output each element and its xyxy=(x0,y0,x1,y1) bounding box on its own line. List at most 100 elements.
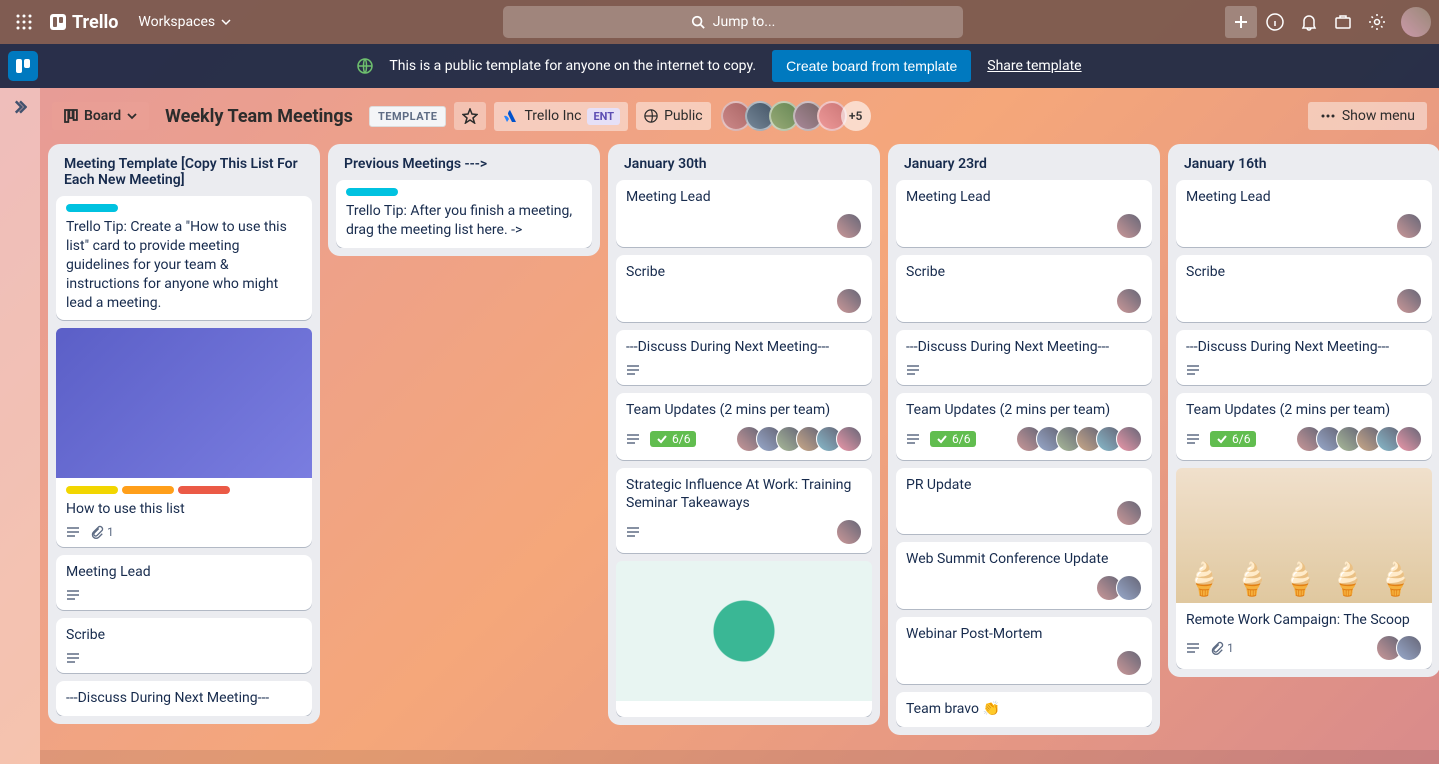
members-overflow[interactable]: +5 xyxy=(841,101,871,131)
board-view-label: Board xyxy=(84,108,121,124)
gear-icon xyxy=(1368,13,1386,31)
trello-logo[interactable]: Trello xyxy=(44,12,124,33)
card[interactable]: Team Updates (2 mins per team) 6/6 xyxy=(1176,393,1432,460)
search-input[interactable]: Jump to... xyxy=(503,6,963,38)
card-cover xyxy=(56,328,312,478)
create-board-button[interactable]: Create board from template xyxy=(772,50,971,82)
lists-container[interactable]: Meeting Template [Copy This List For Eac… xyxy=(40,144,1439,750)
apps-menu-icon[interactable] xyxy=(8,6,40,38)
card-member-avatar[interactable] xyxy=(1116,213,1142,239)
card-label[interactable] xyxy=(122,486,174,494)
card[interactable]: Team Updates (2 mins per team) 6/6 xyxy=(616,393,872,460)
plus-icon xyxy=(1233,14,1249,30)
card-member-avatar[interactable] xyxy=(836,213,862,239)
chevron-down-icon xyxy=(221,17,231,27)
workspace-chip[interactable]: Trello Inc ENT xyxy=(494,102,628,131)
account-avatar[interactable] xyxy=(1401,7,1431,37)
card[interactable]: Team Updates (2 mins per team) 6/6 xyxy=(896,393,1152,460)
list-title[interactable]: January 16th xyxy=(1176,152,1432,180)
card-member-avatar[interactable] xyxy=(836,426,862,452)
list-title[interactable]: Meeting Template [Copy This List For Eac… xyxy=(56,152,312,196)
cards-container: Trello Tip: After you finish a meeting, … xyxy=(336,180,592,248)
list-title[interactable]: January 23rd xyxy=(896,152,1152,180)
card-member-avatar[interactable] xyxy=(836,288,862,314)
card[interactable]: Web Summit Conference Update xyxy=(896,542,1152,609)
nav-center: Jump to... xyxy=(241,6,1225,38)
card-badges: 6/6 xyxy=(906,426,1142,452)
theme-button[interactable] xyxy=(1327,6,1359,38)
card-member-avatar[interactable] xyxy=(1116,650,1142,676)
card[interactable]: ---Discuss During Next Meeting--- xyxy=(896,330,1152,385)
card-member-avatar[interactable] xyxy=(1116,288,1142,314)
board-view-switcher[interactable]: Board xyxy=(52,102,149,130)
card[interactable]: Trello Tip: Create a "How to use this li… xyxy=(56,196,312,320)
description-icon xyxy=(1186,641,1200,655)
description-icon xyxy=(626,525,640,539)
card-member-avatar[interactable] xyxy=(1116,575,1142,601)
card[interactable]: PR Update xyxy=(896,468,1152,535)
sidebar-expand-button[interactable] xyxy=(0,88,40,764)
notifications-button[interactable] xyxy=(1293,6,1325,38)
globe-icon xyxy=(644,109,658,123)
card-badges xyxy=(1186,288,1422,314)
card[interactable] xyxy=(616,561,872,717)
card-members xyxy=(842,519,862,545)
atlassian-icon xyxy=(502,108,518,124)
card-member-avatar[interactable] xyxy=(1396,635,1422,661)
trello-logo-icon xyxy=(50,14,66,30)
card-label[interactable] xyxy=(346,188,398,196)
card[interactable]: Remote Work Campaign: The Scoop 1 xyxy=(1176,468,1432,670)
board-members[interactable]: +5 xyxy=(727,101,871,131)
checklist-badge: 6/6 xyxy=(1210,431,1256,447)
card-member-avatar[interactable] xyxy=(836,519,862,545)
card[interactable]: Team bravo 👏 xyxy=(896,692,1152,727)
card[interactable]: Meeting Lead xyxy=(896,180,1152,247)
card-member-avatar[interactable] xyxy=(1396,213,1422,239)
card-badges xyxy=(906,500,1142,526)
card-member-avatar[interactable] xyxy=(1116,500,1142,526)
visibility-chip[interactable]: Public xyxy=(636,102,711,130)
settings-button[interactable] xyxy=(1361,6,1393,38)
dots-icon xyxy=(1320,108,1336,124)
card[interactable]: Meeting Lead xyxy=(56,555,312,610)
card-badges xyxy=(626,288,862,314)
card[interactable]: Scribe xyxy=(56,618,312,673)
board-title[interactable]: Weekly Team Meetings xyxy=(157,106,361,127)
list: January 16thMeeting Lead Scribe ---Discuss… xyxy=(1168,144,1439,677)
card-title: Scribe xyxy=(626,263,862,282)
card-member-avatar[interactable] xyxy=(1116,426,1142,452)
card-label[interactable] xyxy=(66,486,118,494)
card[interactable]: Meeting Lead xyxy=(1176,180,1432,247)
card-members xyxy=(1302,426,1422,452)
card[interactable]: How to use this list 1 xyxy=(56,328,312,547)
card[interactable]: Meeting Lead xyxy=(616,180,872,247)
list-title[interactable]: Previous Meetings ---> xyxy=(336,152,592,180)
card[interactable]: ---Discuss During Next Meeting--- xyxy=(1176,330,1432,385)
card[interactable]: ---Discuss During Next Meeting--- xyxy=(56,681,312,716)
card[interactable]: Trello Tip: After you finish a meeting, … xyxy=(336,180,592,248)
workspaces-dropdown[interactable]: Workspaces xyxy=(128,8,241,36)
card[interactable]: Scribe xyxy=(1176,255,1432,322)
card-member-avatar[interactable] xyxy=(1396,288,1422,314)
list-title[interactable]: January 30th xyxy=(616,152,872,180)
workspace-name: Trello Inc xyxy=(524,108,581,124)
card[interactable]: Webinar Post-Mortem xyxy=(896,617,1152,684)
card[interactable]: Scribe xyxy=(896,255,1152,322)
card-label[interactable] xyxy=(178,486,230,494)
card-badges xyxy=(626,213,862,239)
card[interactable]: ---Discuss During Next Meeting--- xyxy=(616,330,872,385)
trello-square-icon[interactable] xyxy=(8,51,38,81)
card-member-avatar[interactable] xyxy=(1396,426,1422,452)
checklist-badge: 6/6 xyxy=(650,431,696,447)
card[interactable]: Scribe xyxy=(616,255,872,322)
horizontal-scrollbar[interactable] xyxy=(40,750,1439,764)
card-badges: 6/6 xyxy=(1186,426,1422,452)
show-menu-button[interactable]: Show menu xyxy=(1308,102,1427,130)
card[interactable]: Strategic Influence At Work: Training Se… xyxy=(616,468,872,554)
card-label[interactable] xyxy=(66,204,118,212)
share-template-link[interactable]: Share template xyxy=(987,58,1081,74)
star-board-button[interactable] xyxy=(454,102,486,130)
card-title: Meeting Lead xyxy=(66,563,302,582)
create-button[interactable] xyxy=(1225,6,1257,38)
info-button[interactable] xyxy=(1259,6,1291,38)
